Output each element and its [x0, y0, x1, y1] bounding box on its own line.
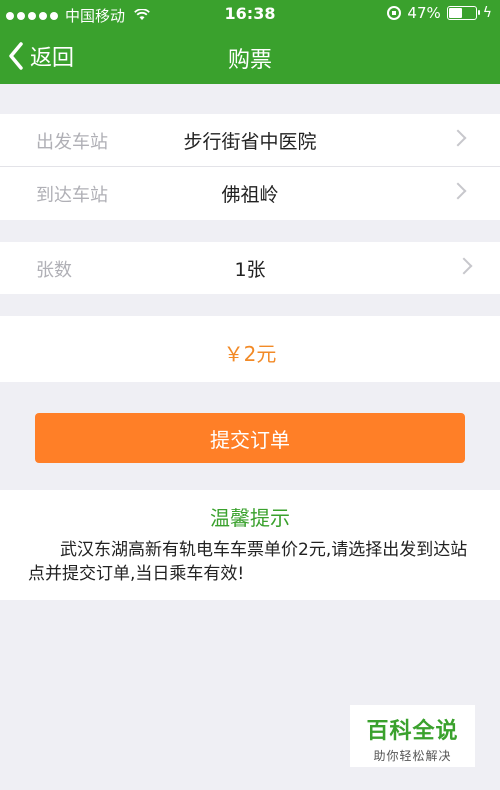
- station-card: 出发车站 步行街省中医院 到达车站 佛祖岭: [0, 114, 500, 220]
- price-text: ￥2元: [223, 342, 277, 366]
- arrival-row[interactable]: 到达车站 佛祖岭: [0, 167, 500, 219]
- nav-bar: 返回 购票: [0, 28, 500, 84]
- rotation-lock-icon: [387, 6, 402, 20]
- departure-value: 步行街省中医院: [183, 131, 317, 153]
- app-header: 中国移动 16:38 47% ϟ 返回 购票: [0, 0, 500, 84]
- submit-order-button[interactable]: 提交订单: [35, 413, 465, 463]
- quantity-card: 张数 1张: [0, 242, 500, 294]
- departure-row[interactable]: 出发车站 步行街省中医院: [0, 114, 500, 166]
- battery-percent: 47%: [407, 4, 441, 22]
- quantity-row[interactable]: 张数 1张: [0, 242, 500, 294]
- status-bar: 中国移动 16:38 47% ϟ: [0, 0, 500, 28]
- tip-text: 武汉东湖高新有轨电车车票单价2元,请选择出发到达站点并提交订单,当日乘车有效!: [28, 540, 468, 584]
- status-right: 47% ϟ: [387, 4, 492, 22]
- page-title: 购票: [227, 48, 272, 73]
- price-card: ￥2元: [0, 316, 500, 382]
- watermark-subtitle: 助你轻松解决: [373, 749, 452, 763]
- watermark-logo: 百科全说 助你轻松解决: [350, 705, 475, 767]
- charging-icon: ϟ: [482, 5, 492, 21]
- tip-card: 温馨提示 武汉东湖高新有轨电车车票单价2元,请选择出发到达站点并提交订单,当日乘…: [0, 490, 500, 600]
- battery-fill: [448, 8, 462, 18]
- battery-icon: [446, 6, 480, 20]
- watermark-title: 百科全说: [366, 719, 459, 744]
- arrival-value: 佛祖岭: [221, 184, 279, 206]
- tip-title: 温馨提示: [210, 506, 290, 530]
- quantity-value: 1张: [234, 259, 266, 281]
